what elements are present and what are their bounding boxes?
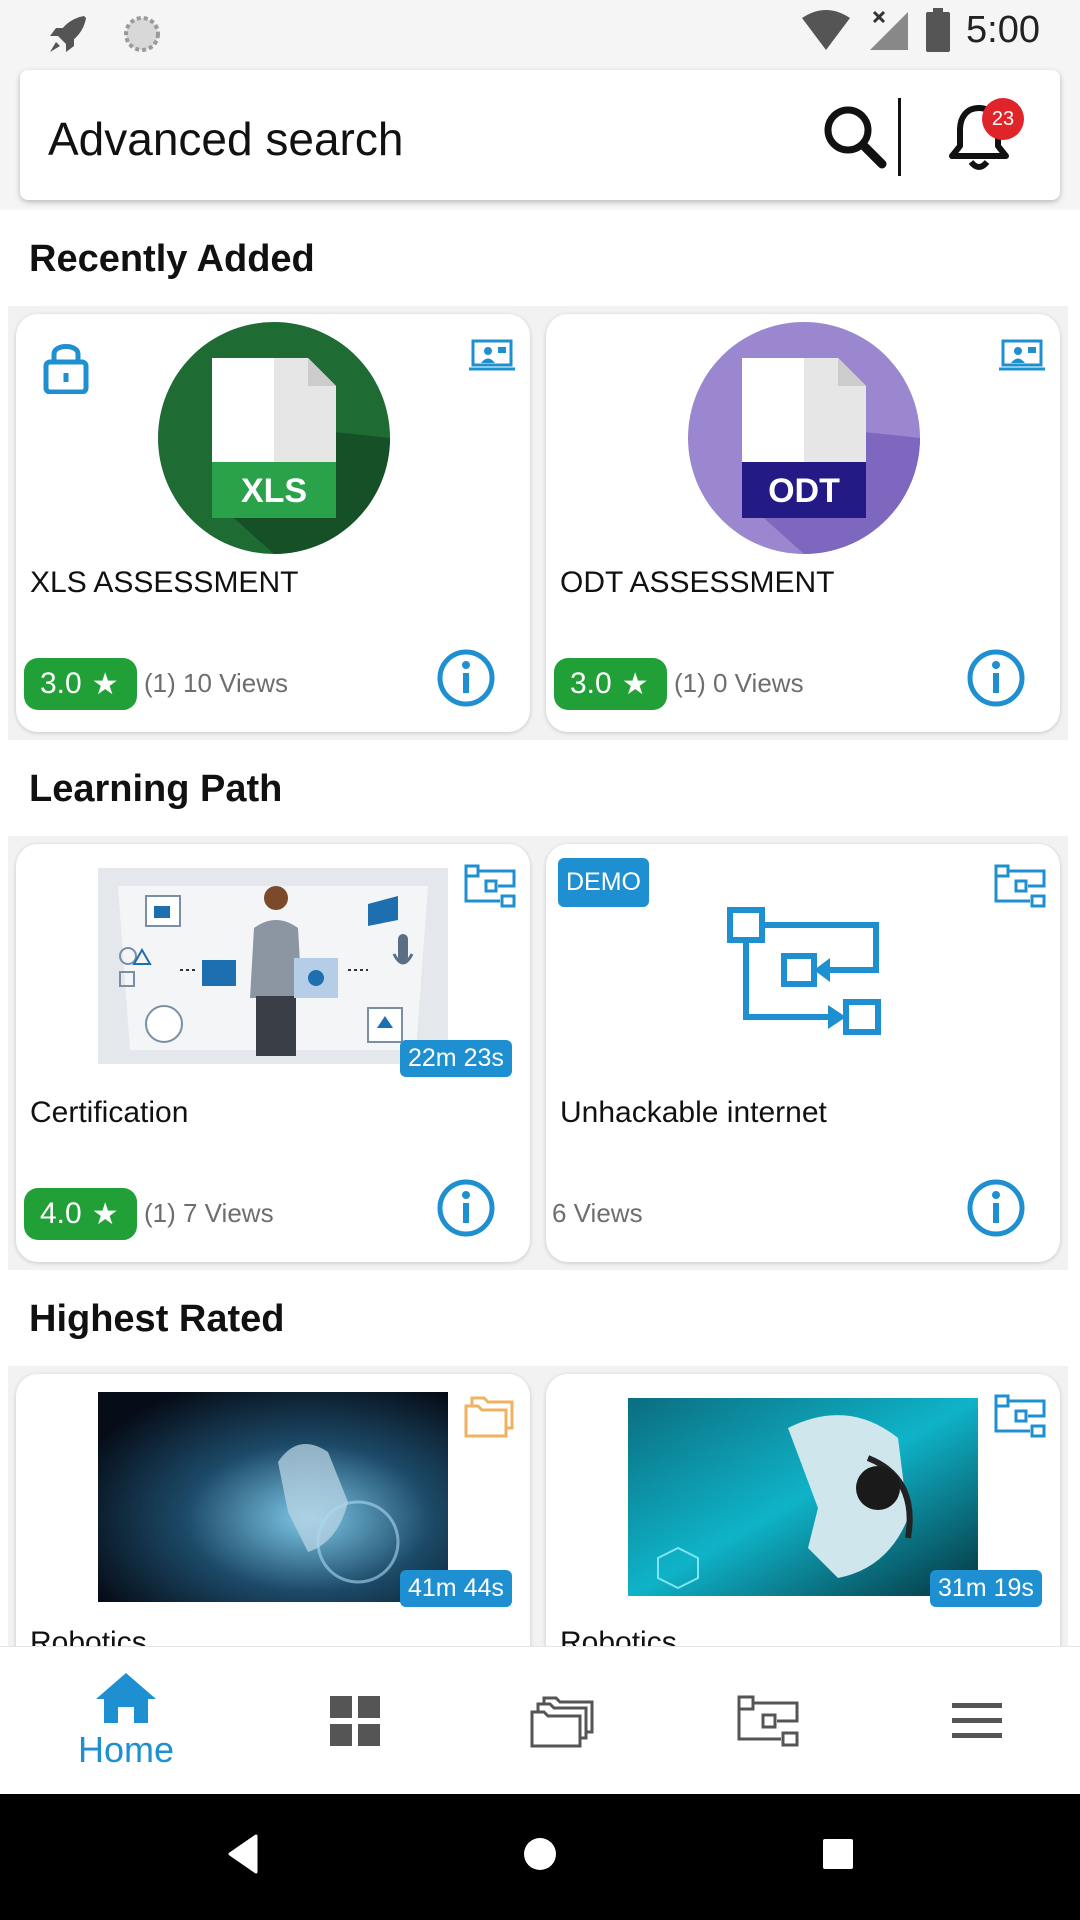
bottom-navigation: Home [0,1646,1080,1795]
view-count: (1) 7 Views [144,1198,274,1228]
rating-badge: 3.0 ★ [24,658,137,710]
nav-home-label: Home [77,1729,175,1770]
grid-icon [330,1696,380,1746]
rating-badge: 3.0 ★ [554,658,667,710]
nav-catalog[interactable] [300,1647,410,1795]
star-icon: ★ [91,1197,119,1231]
card-title: Robotics [30,1626,147,1646]
rating-badge: 4.0 ★ [24,1188,137,1240]
duration-badge: 41m 44s [400,1570,512,1607]
info-icon[interactable] [436,648,496,708]
xls-file-icon: XLS [158,322,390,554]
recents-icon[interactable] [822,1838,854,1870]
folder-icon [530,1696,594,1748]
sync-circle-icon [124,16,160,52]
search-label[interactable]: Advanced search [48,112,403,166]
signal-icon [870,10,909,50]
battery-icon [926,8,951,52]
view-count: (1) 10 Views [144,668,289,698]
info-icon[interactable] [436,1178,496,1238]
virtual-classroom-icon [469,339,515,371]
content-card[interactable]: 41m 44s Robotics [16,1374,530,1646]
search-icon[interactable] [820,102,888,170]
nav-folders[interactable] [508,1647,618,1795]
card-title: XLS ASSESSMENT [30,566,299,599]
section-title-learning-path: Learning Path [29,768,283,810]
back-icon[interactable] [226,1834,260,1874]
info-icon[interactable] [966,648,1026,708]
star-icon: ★ [621,667,649,701]
lock-icon [43,344,89,394]
duration-badge: 22m 23s [400,1040,512,1077]
duration-badge: 31m 19s [930,1570,1042,1607]
home-feed[interactable]: Recently Added XLS XLS ASSESSMENT 3.0 ★ (… [0,210,1080,1646]
virtual-classroom-icon [999,339,1045,371]
rating-value: 3.0 [40,667,82,700]
content-card[interactable]: 31m 19s Robotics [546,1374,1060,1646]
card-title: ODT ASSESSMENT [560,566,835,599]
odt-file-icon: ODT [688,322,920,554]
content-card[interactable]: ODT ODT ASSESSMENT 3.0 ★ (1) 0 Views [546,314,1060,732]
learning-path-icon [994,864,1046,908]
nav-learning-paths[interactable] [714,1647,824,1795]
xls-badge-label: XLS [241,472,307,510]
home-circle-icon[interactable] [522,1836,558,1872]
system-navigation-bar [0,1794,1080,1920]
learning-path-icon [464,864,516,908]
certification-thumbnail [98,868,448,1064]
status-time: 5:00 [966,8,1040,51]
search-divider [898,98,901,176]
wifi-icon [802,10,851,50]
card-title: Unhackable internet [560,1096,827,1129]
robotics-hand-thumbnail [98,1392,448,1602]
home-icon [96,1673,156,1723]
advanced-search-bar[interactable]: Advanced search 23 [20,70,1060,200]
demo-badge: DEMO [558,858,649,907]
section-title-recently-added: Recently Added [29,238,315,280]
robotics-ai-thumbnail [628,1398,978,1596]
section-title-highest-rated: Highest Rated [29,1298,285,1340]
folder-icon [464,1396,514,1438]
status-bar: 5:00 [0,0,1080,64]
view-count: 6 Views [552,1198,643,1228]
content-card[interactable]: DEMO Unhackable internet 6 Views [546,844,1060,1262]
nav-menu[interactable] [922,1647,1032,1795]
rating-value: 4.0 [40,1197,82,1230]
card-title: Certification [30,1096,189,1129]
content-card[interactable]: 22m 23s Certification 4.0 ★ (1) 7 Views [16,844,530,1262]
star-icon: ★ [91,667,119,701]
notification-badge: 23 [982,98,1024,140]
card-title: Robotics [560,1626,677,1646]
rocket-icon [50,16,86,52]
rating-value: 3.0 [570,667,612,700]
learning-path-icon [737,1695,799,1747]
menu-icon [952,1703,1002,1738]
nav-home[interactable]: Home [46,1647,206,1795]
view-count: (1) 0 Views [674,668,804,698]
content-card[interactable]: XLS XLS ASSESSMENT 3.0 ★ (1) 10 Views [16,314,530,732]
learning-path-large-icon [727,907,881,1035]
odt-badge-label: ODT [768,472,840,510]
learning-path-icon [994,1394,1046,1438]
info-icon[interactable] [966,1178,1026,1238]
